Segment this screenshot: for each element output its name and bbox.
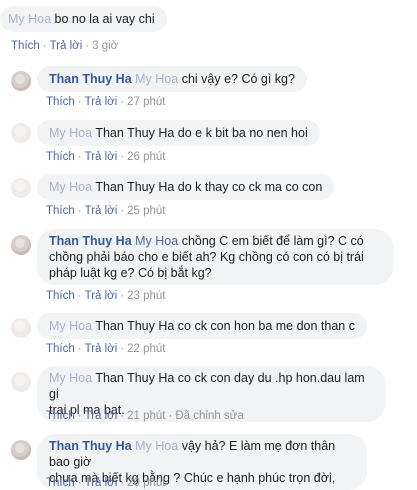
reply-button[interactable]: Trả lời — [85, 96, 118, 108]
comment-text: Than Thuy Ha co ck con hon ba me don tha… — [92, 319, 355, 333]
like-button[interactable]: Thích — [11, 40, 40, 52]
comment-actions: Thích · Trả lời · 25 phút — [46, 205, 166, 217]
mention-link[interactable]: My Hoa — [135, 439, 178, 453]
comment-actions: Thích · Trả lời · 26 phút — [46, 151, 166, 163]
timestamp[interactable]: 21 phút — [127, 410, 165, 422]
avatar[interactable] — [11, 235, 31, 255]
comment-line: Than Thuy Ha My Hoa vậy hả? E làm mẹ đơn… — [49, 438, 355, 470]
like-button[interactable]: Thích — [46, 96, 75, 108]
comment-text: Than Thuy Ha co ck con day du .hp hon.da… — [49, 371, 365, 401]
mention-link[interactable]: My Hoa — [49, 126, 92, 140]
comment-text: Than Thuy Ha do e k bit ba no nen hoi — [92, 126, 308, 140]
mention-link[interactable]: My Hoa — [49, 319, 92, 333]
author-name[interactable]: Than Thuy Ha — [49, 234, 132, 248]
like-button[interactable]: Thích — [46, 290, 75, 302]
like-button[interactable]: Thích — [46, 343, 75, 355]
avatar[interactable] — [11, 318, 31, 338]
comment-actions: Thích · Trả lời · 21 phút · Đã chỉnh sửa — [46, 410, 244, 422]
timestamp[interactable]: 23 phút — [127, 290, 165, 302]
comment-actions: Thích · Trả lời · 22 phút — [46, 343, 166, 355]
comment-actions: Thích · Trả lời · 27 phút — [46, 96, 166, 108]
avatar[interactable] — [11, 440, 31, 460]
reply-button[interactable]: Trả lời — [85, 410, 118, 422]
reply-button[interactable]: Trả lời — [50, 40, 83, 52]
reply-button[interactable]: Trả lời — [85, 205, 118, 217]
comment-text: chồng C em biết để làm gì? C có — [178, 234, 364, 248]
comment-bubble: Than Thuy Ha My Hoa chi vậy e? Có gì kg? — [37, 66, 307, 92]
comment-line: pháp luật kg e? Có bị bắt kg? — [49, 266, 212, 280]
comment-bubble: My Hoa bo no la ai vay chi — [0, 6, 167, 32]
comment-actions: Thích · Trả lời · 23 phút — [46, 290, 166, 302]
mention-link[interactable]: My Hoa — [49, 180, 92, 194]
edited-label[interactable]: Đã chỉnh sửa — [175, 410, 243, 422]
author-name[interactable]: Than Thuy Ha — [49, 439, 132, 453]
like-button[interactable]: Thích — [46, 151, 75, 163]
timestamp[interactable]: 25 phút — [127, 205, 165, 217]
comment-bubble: My Hoa Than Thuy Ha co ck con hon ba me … — [37, 313, 367, 339]
mention-link[interactable]: My Hoa — [8, 12, 51, 26]
avatar[interactable] — [11, 123, 31, 143]
timestamp[interactable]: 3 giờ — [92, 40, 118, 52]
like-button[interactable]: Thích — [46, 477, 75, 489]
reply-button[interactable]: Trả lời — [85, 290, 118, 302]
reply-button[interactable]: Trả lời — [85, 343, 118, 355]
avatar[interactable] — [11, 372, 31, 392]
comment-bubble: My Hoa Than Thuy Ha do k thay co ck ma c… — [37, 174, 335, 200]
comment-text: bo no la ai vay chi — [51, 12, 155, 26]
comment-line: Than Thuy Ha My Hoa chồng C em biết để l… — [49, 233, 381, 249]
comment-bubble: My Hoa Than Thuy Ha do e k bit ba no nen… — [37, 120, 320, 146]
timestamp[interactable]: 22 phút — [127, 343, 165, 355]
comment-line: chồng phải báo cho e biết ah? Kg chồng c… — [49, 250, 364, 264]
avatar[interactable] — [11, 71, 31, 91]
timestamp[interactable]: 26 phút — [127, 151, 165, 163]
timestamp[interactable]: 20 phút — [127, 477, 165, 489]
like-button[interactable]: Thích — [46, 205, 75, 217]
comment-text: Than Thuy Ha do k thay co ck ma co con — [92, 180, 323, 194]
like-button[interactable]: Thích — [46, 410, 75, 422]
mention-link[interactable]: My Hoa — [135, 234, 178, 248]
comment-actions: Thích · Trả lời · 3 giờ — [11, 40, 119, 52]
reply-button[interactable]: Trả lời — [85, 477, 118, 489]
mention-link[interactable]: My Hoa — [49, 371, 92, 385]
timestamp[interactable]: 27 phút — [127, 96, 165, 108]
reply-button[interactable]: Trả lời — [85, 151, 118, 163]
comment-bubble: Than Thuy Ha My Hoa chồng C em biết để l… — [37, 229, 393, 285]
comment-text: chi vậy e? Có gì kg? — [178, 72, 295, 86]
author-name[interactable]: Than Thuy Ha — [49, 72, 132, 86]
comment-line: My Hoa Than Thuy Ha co ck con day du .hp… — [49, 370, 373, 402]
comment-actions: Thích · Trả lời · 20 phút — [46, 477, 166, 489]
avatar[interactable] — [11, 178, 31, 198]
mention-link[interactable]: My Hoa — [135, 72, 178, 86]
